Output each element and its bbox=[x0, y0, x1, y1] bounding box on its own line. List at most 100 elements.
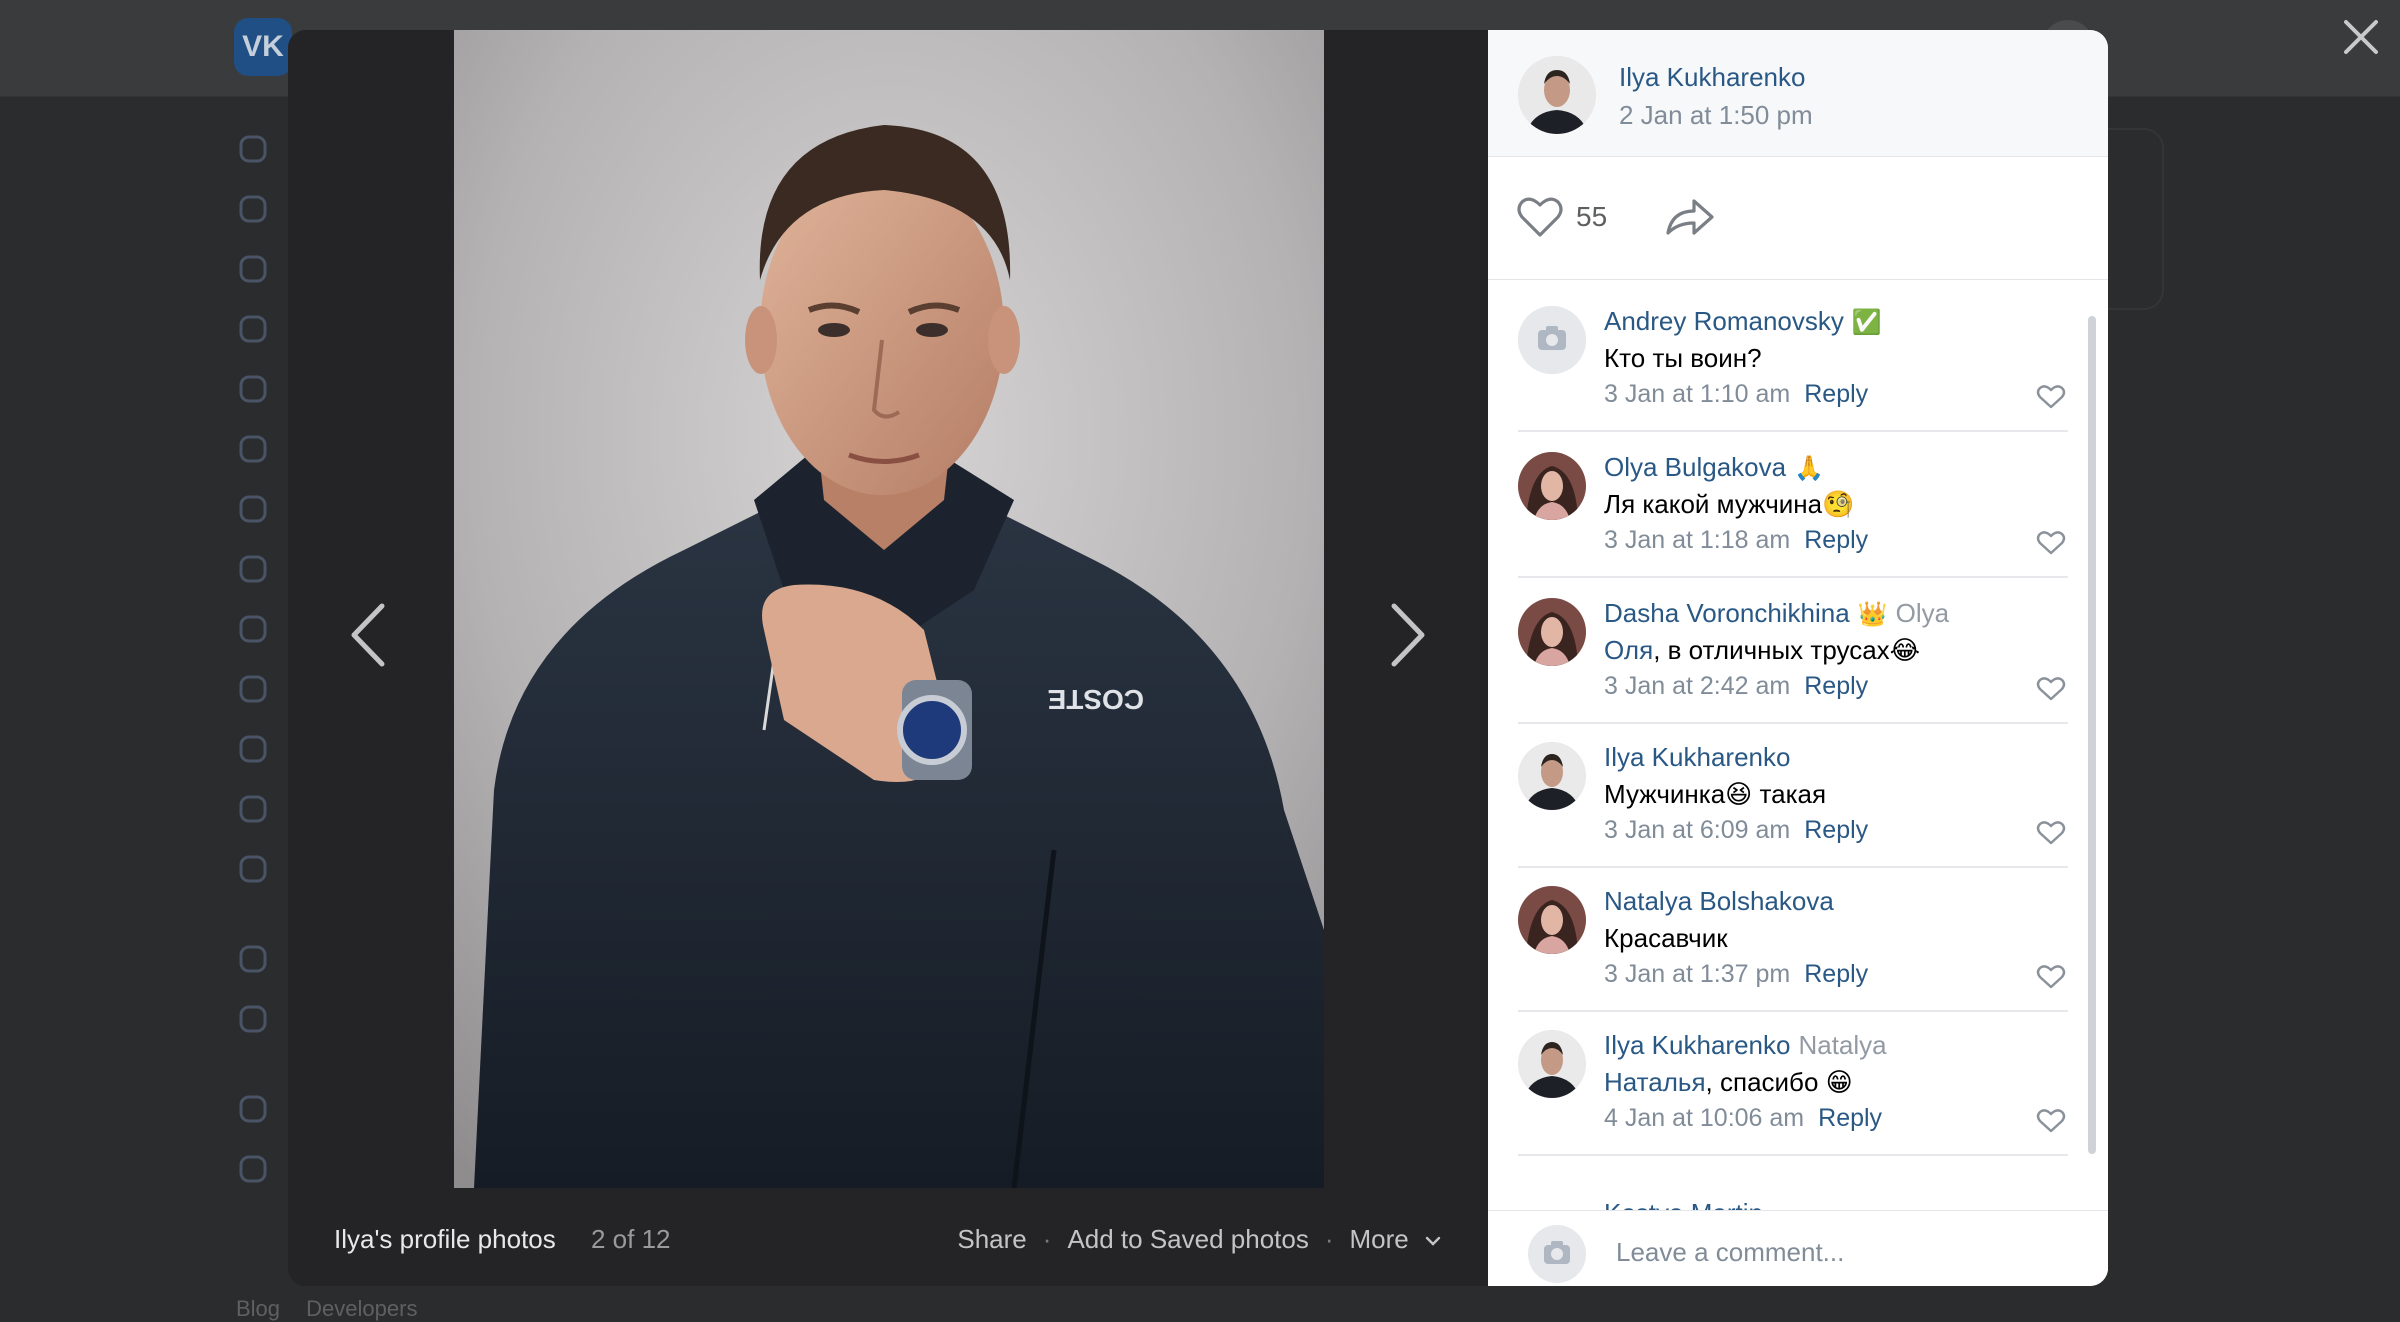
footer-link-blog: Blog bbox=[236, 1296, 281, 1321]
photo-counter: 2 of 12 bbox=[591, 1224, 671, 1254]
comment-avatar[interactable] bbox=[1518, 452, 1586, 520]
reply-to-name[interactable]: Olya bbox=[1896, 598, 1949, 628]
comment-date[interactable]: 3 Jan at 1:18 am bbox=[1604, 526, 1790, 554]
share-arrow-icon bbox=[1666, 199, 1714, 235]
bookmarks-icon bbox=[236, 1092, 270, 1126]
comment-avatar[interactable] bbox=[1518, 886, 1586, 954]
heart-icon bbox=[2036, 965, 2066, 989]
comment-avatar[interactable] bbox=[1518, 306, 1586, 374]
man-avatar-icon bbox=[1518, 1030, 1586, 1098]
comment-text: Кто ты воин? bbox=[1604, 343, 1762, 374]
comment-like-button[interactable] bbox=[2036, 1108, 2066, 1134]
comment-meta: 3 Jan at 2:42 am Reply bbox=[1604, 672, 1868, 701]
svg-text:COSTE: COSTE bbox=[1048, 684, 1144, 715]
author-badge-emoji: 🙏 bbox=[1794, 455, 1824, 482]
comment-avatar[interactable] bbox=[1518, 598, 1586, 666]
comment-body: , в отличных трусах😂 bbox=[1653, 635, 1921, 665]
heart-icon bbox=[2036, 531, 2066, 555]
save-photo-button[interactable]: Add to Saved photos bbox=[1067, 1224, 1308, 1255]
comment-author-link[interactable]: Ilya Kukharenko bbox=[1604, 1030, 1790, 1060]
close-viewer-button[interactable] bbox=[2338, 14, 2384, 60]
comment-item: Olya Bulgakova 🙏 Ля какой мужчина🧐 3 Jan at… bbox=[1518, 432, 2068, 578]
reply-button[interactable]: Reply bbox=[1804, 672, 1868, 700]
photo[interactable]: COSTE bbox=[454, 30, 1324, 1188]
comment-author-link[interactable]: Olya Bulgakova bbox=[1604, 452, 1786, 482]
comment-item: Ilya Kukharenko Natalya Наталья, спасибо 😁… bbox=[1518, 1010, 2068, 1156]
comment-input[interactable] bbox=[1614, 1229, 2078, 1275]
woman-avatar-icon bbox=[1518, 452, 1586, 520]
reply-button[interactable]: Reply bbox=[1804, 960, 1868, 988]
author-name-link[interactable]: Ilya Kukharenko bbox=[1619, 62, 1805, 93]
comment-author: Ilya Kukharenko bbox=[1604, 742, 1790, 773]
comment-body: Кто ты воин? bbox=[1604, 343, 1762, 373]
comment-date[interactable]: 3 Jan at 6:09 am bbox=[1604, 816, 1790, 844]
mention-link[interactable]: Наталья bbox=[1604, 1067, 1706, 1097]
games-icon bbox=[236, 732, 270, 766]
comment-author-link[interactable]: Ilya Kukharenko bbox=[1604, 742, 1790, 772]
comment-avatar[interactable] bbox=[1518, 1030, 1586, 1098]
ads-icon bbox=[236, 1152, 270, 1186]
comment-author-link[interactable]: Natalya Bolshakova bbox=[1604, 886, 1834, 916]
profile-photo-image: COSTE bbox=[454, 30, 1324, 1188]
chevron-right-icon bbox=[1391, 603, 1425, 667]
woman-avatar-icon bbox=[1518, 886, 1586, 954]
friends-icon bbox=[236, 372, 270, 406]
apps-icon bbox=[236, 942, 270, 976]
reply-button[interactable]: Reply bbox=[1818, 1104, 1882, 1132]
comment-date[interactable]: 3 Jan at 2:42 am bbox=[1604, 672, 1790, 700]
stickers-icon bbox=[236, 792, 270, 826]
next-photo-button[interactable] bbox=[1378, 570, 1438, 700]
comment-composer bbox=[1488, 1210, 2108, 1286]
comment-avatar[interactable] bbox=[1518, 742, 1586, 810]
comment-like-button[interactable] bbox=[2036, 964, 2066, 990]
video-icon bbox=[236, 612, 270, 646]
clips-icon bbox=[236, 672, 270, 706]
comment-author: Ilya Kukharenko Natalya bbox=[1604, 1030, 1887, 1061]
comment-body: Мужчинка😆 такая bbox=[1604, 779, 1827, 809]
share-button[interactable] bbox=[1664, 195, 1716, 239]
reply-button[interactable]: Reply bbox=[1804, 526, 1868, 554]
partial-comment-author[interactable]: Kostya Martin bbox=[1604, 1198, 1763, 1210]
gifts-icon bbox=[236, 852, 270, 886]
man-avatar-icon bbox=[1518, 56, 1596, 134]
comment-body: , спасибо 😁 bbox=[1705, 1067, 1853, 1097]
comment-date[interactable]: 3 Jan at 1:10 am bbox=[1604, 380, 1790, 408]
photos-icon bbox=[236, 492, 270, 526]
heart-icon bbox=[2036, 821, 2066, 845]
comment-author-link[interactable]: Dasha Voronchikhina bbox=[1604, 598, 1850, 628]
comment-like-button[interactable] bbox=[2036, 676, 2066, 702]
comment-like-button[interactable] bbox=[2036, 384, 2066, 410]
comment-meta: 3 Jan at 1:10 am Reply bbox=[1604, 380, 1868, 409]
share-photo-button[interactable]: Share bbox=[957, 1224, 1026, 1255]
comment-like-button[interactable] bbox=[2036, 820, 2066, 846]
previous-photo-button[interactable] bbox=[338, 570, 398, 700]
comments-list: Kostya Martin Andrey Romanovsky ✅ Кто ты в… bbox=[1488, 280, 2108, 1210]
comment-author: Olya Bulgakova 🙏 bbox=[1604, 452, 1824, 483]
author-badge-emoji: 👑 bbox=[1857, 601, 1888, 628]
more-actions-button[interactable]: More bbox=[1350, 1224, 1442, 1255]
close-icon bbox=[2344, 20, 2378, 54]
comments-panel: Ilya Kukharenko 2 Jan at 1:50 pm 55 Kost… bbox=[1488, 30, 2108, 1286]
scrollbar[interactable] bbox=[2088, 316, 2096, 1154]
mention-link[interactable]: Оля bbox=[1604, 635, 1653, 665]
author-avatar[interactable] bbox=[1518, 56, 1596, 134]
calls-icon bbox=[236, 312, 270, 346]
photo-area: COSTE Ilya's profile photos 2 of 12 Shar… bbox=[288, 30, 1488, 1286]
comment-author: Dasha Voronchikhina 👑 Olya bbox=[1604, 598, 1949, 629]
reply-button[interactable]: Reply bbox=[1804, 380, 1868, 408]
comment-body: Красавчик bbox=[1604, 923, 1728, 953]
comment-date[interactable]: 3 Jan at 1:37 pm bbox=[1604, 960, 1790, 988]
reactions-bar: 55 bbox=[1488, 157, 2108, 280]
photo-actions: Share · Add to Saved photos · More bbox=[957, 1224, 1442, 1255]
reply-to-name[interactable]: Natalya bbox=[1798, 1030, 1886, 1060]
like-button[interactable]: 55 bbox=[1516, 195, 1607, 239]
author-badge-emoji: ✅ bbox=[1851, 309, 1882, 336]
comment-like-button[interactable] bbox=[2036, 530, 2066, 556]
comment-date[interactable]: 4 Jan at 10:06 am bbox=[1604, 1104, 1804, 1132]
comment-author-link[interactable]: Andrey Romanovsky bbox=[1604, 306, 1844, 336]
photo-viewer: COSTE Ilya's profile photos 2 of 12 Shar… bbox=[288, 30, 2108, 1286]
post-date[interactable]: 2 Jan at 1:50 pm bbox=[1619, 100, 1813, 131]
current-user-avatar bbox=[1528, 1225, 1586, 1283]
album-title-link[interactable]: Ilya's profile photos bbox=[334, 1224, 556, 1255]
reply-button[interactable]: Reply bbox=[1804, 816, 1868, 844]
